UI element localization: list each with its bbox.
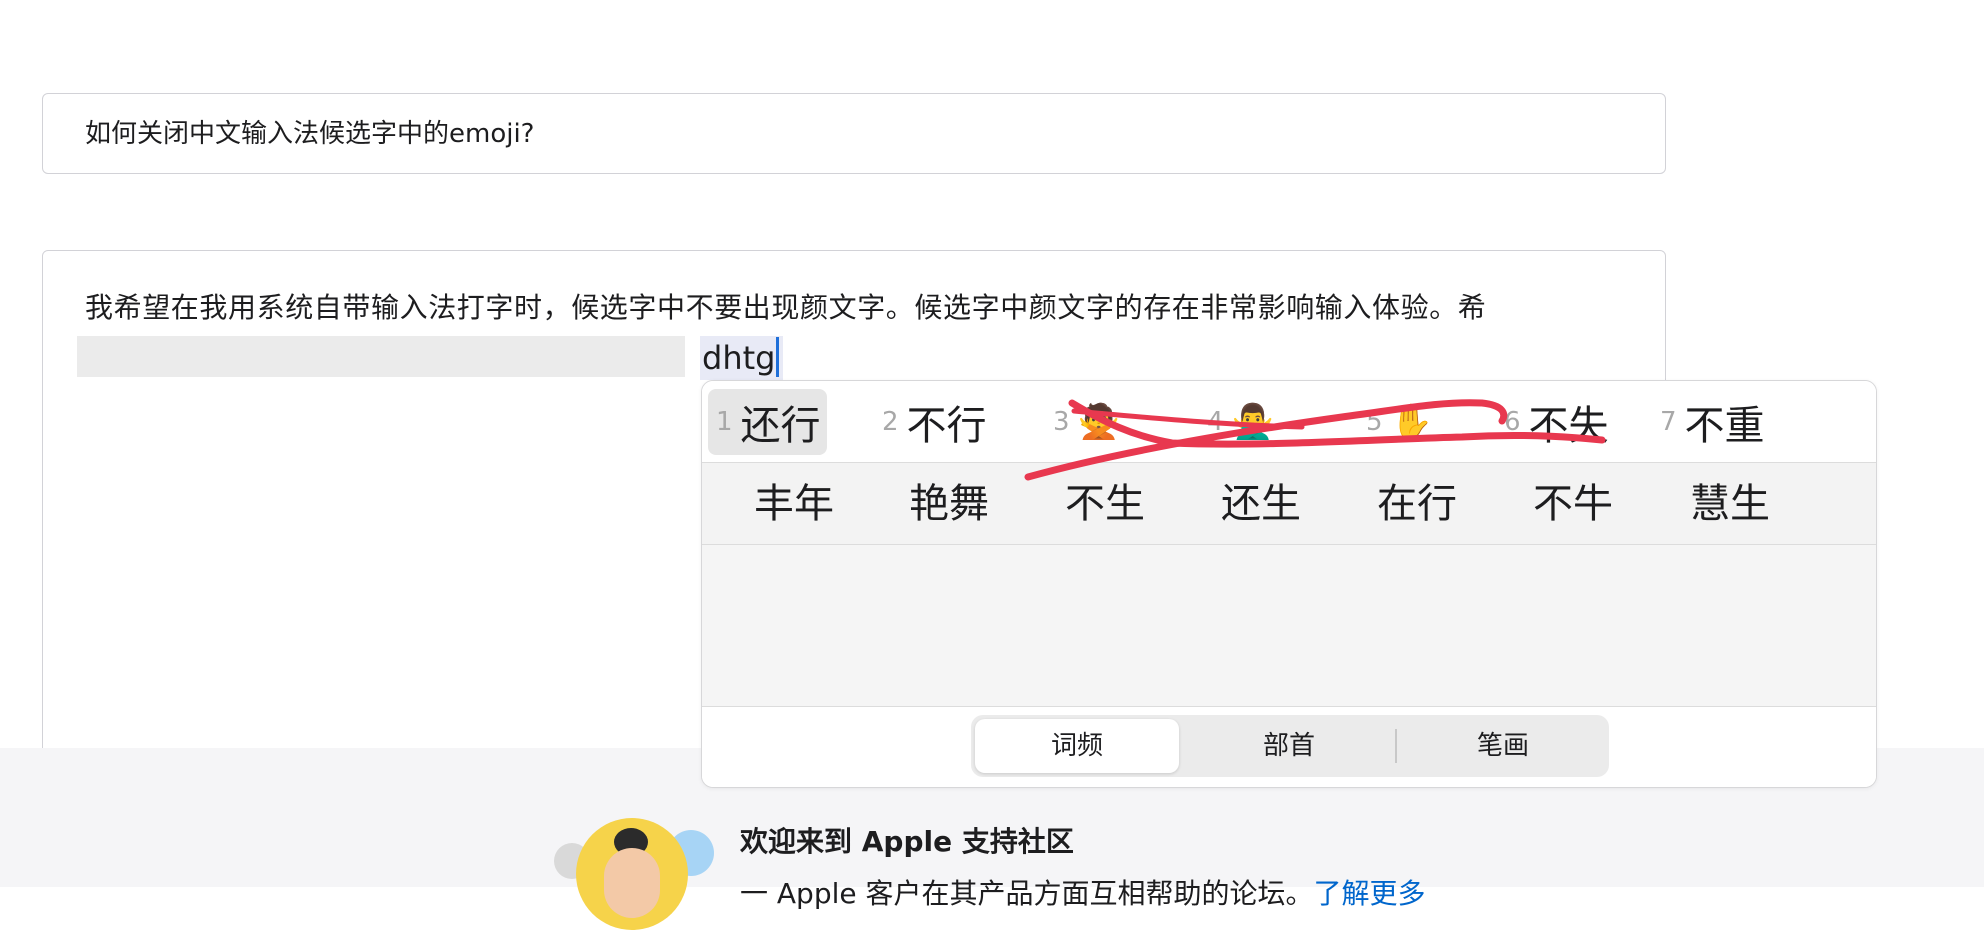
question-title-text: 如何关闭中文输入法候选字中的emoji? xyxy=(85,119,535,149)
candidate-number: 3 xyxy=(1053,407,1070,437)
footer-subtext: 一 Apple 客户在其产品方面互相帮助的论坛。了解更多 xyxy=(740,872,1426,912)
segment-divider xyxy=(1395,729,1397,763)
candidate-text: 还行 xyxy=(740,403,821,449)
raised-hand-icon: ✋ xyxy=(1390,402,1433,442)
sort-segmented-control: 词频 部首 笔画 xyxy=(971,715,1609,777)
sort-tab-frequency[interactable]: 词频 xyxy=(975,719,1179,773)
sort-tab-stroke[interactable]: 笔画 xyxy=(1401,719,1605,773)
candidate-expanded[interactable]: 丰年 xyxy=(754,477,834,531)
composition-value: dhtg xyxy=(702,339,776,377)
candidate-expanded[interactable]: 不牛 xyxy=(1533,477,1613,531)
question-body-line: 我希望在我用系统自带输入法打字时，候选字中不要出现颜文字。候选字中颜文字的存在非… xyxy=(85,291,1487,324)
candidate-number: 1 xyxy=(716,407,733,437)
candidate-expanded[interactable]: 还生 xyxy=(1221,477,1301,531)
memoji-avatar xyxy=(576,818,688,930)
avatar-face xyxy=(604,848,660,918)
learn-more-link[interactable]: 了解更多 xyxy=(1314,877,1426,910)
candidate-number: 4 xyxy=(1207,407,1224,437)
candidate-6[interactable]: 6 不失 xyxy=(1496,389,1615,455)
candidate-expanded[interactable]: 艳舞 xyxy=(909,477,989,531)
ime-candidate-row-primary: 1 还行 2 不行 3 🙅 4 🙅‍♂️ 5 ✋ 6 不失 7 不重 xyxy=(702,381,1876,463)
candidate-3[interactable]: 3 🙅 xyxy=(1045,389,1126,455)
candidate-text: 不重 xyxy=(1684,403,1765,449)
candidate-2[interactable]: 2 不行 xyxy=(874,389,993,455)
sort-tab-radical[interactable]: 部首 xyxy=(1187,719,1391,773)
ime-candidate-empty-area xyxy=(702,545,1876,707)
candidate-expanded[interactable]: 在行 xyxy=(1377,477,1457,531)
footer-heading: 欢迎来到 Apple 支持社区 xyxy=(740,825,1074,858)
footer-subtext-text: 一 Apple 客户在其产品方面互相帮助的论坛。 xyxy=(740,877,1314,910)
ime-composition-text: dhtg xyxy=(700,336,784,380)
ime-candidate-row-expanded: 丰年 艳舞 不生 还生 在行 不牛 慧生 xyxy=(702,463,1876,545)
candidate-4[interactable]: 4 🙅‍♂️ xyxy=(1199,389,1280,455)
ime-sort-bar: 词频 部首 笔画 xyxy=(702,707,1876,787)
question-title-field[interactable]: 如何关闭中文输入法候选字中的emoji? xyxy=(42,93,1666,174)
candidate-number: 6 xyxy=(1504,407,1521,437)
candidate-number: 7 xyxy=(1660,407,1677,437)
redacted-text-bar xyxy=(77,336,685,377)
candidate-7[interactable]: 7 不重 xyxy=(1652,389,1771,455)
candidate-1[interactable]: 1 还行 xyxy=(708,389,827,455)
candidate-text: 不失 xyxy=(1528,403,1609,449)
text-caret xyxy=(776,337,780,377)
person-gesturing-no-icon: 🙅 xyxy=(1077,402,1120,442)
ime-candidate-window: 1 还行 2 不行 3 🙅 4 🙅‍♂️ 5 ✋ 6 不失 7 不重 丰年 艳舞 xyxy=(701,380,1877,788)
candidate-text: 不行 xyxy=(906,403,987,449)
candidate-number: 2 xyxy=(882,407,899,437)
candidate-number: 5 xyxy=(1366,407,1383,437)
candidate-expanded[interactable]: 不生 xyxy=(1065,477,1145,531)
man-gesturing-no-icon: 🙅‍♂️ xyxy=(1231,402,1274,442)
candidate-expanded[interactable]: 慧生 xyxy=(1690,477,1770,531)
candidate-5[interactable]: 5 ✋ xyxy=(1358,389,1439,455)
